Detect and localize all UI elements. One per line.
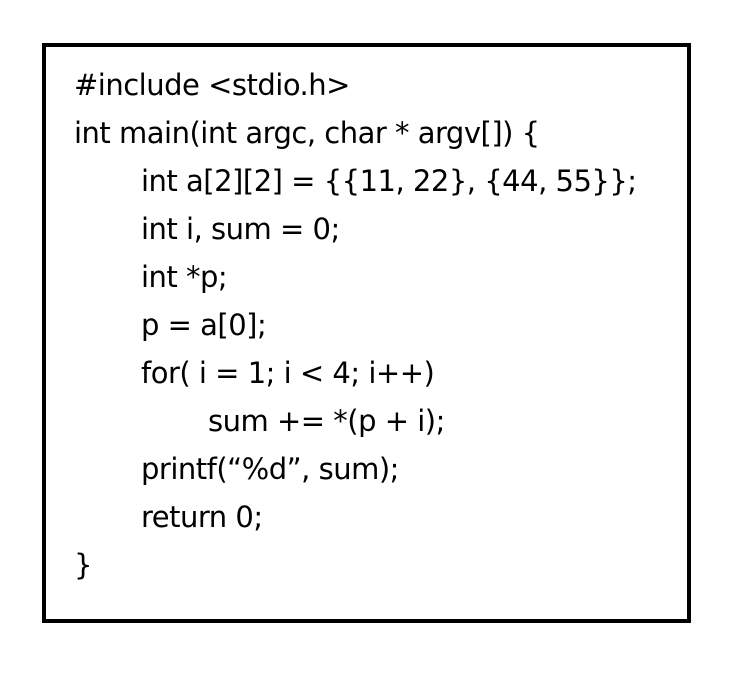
code-line-int-declarations: int i, sum = 0; xyxy=(141,212,340,246)
code-line-array-declaration: int a[2][2] = {{11, 22}, {44, 55}}; xyxy=(141,164,637,198)
code-line-closing-brace: } xyxy=(74,548,92,582)
code-line-pointer-assignment: p = a[0]; xyxy=(141,308,267,342)
code-line-pointer-declaration: int *p; xyxy=(141,260,228,294)
code-line-main-signature: int main(int argc, char * argv[]) { xyxy=(74,116,540,150)
code-listing: #include <stdio.h> int main(int argc, ch… xyxy=(42,43,691,623)
code-line-include: #include <stdio.h> xyxy=(74,68,350,102)
code-line-for-loop: for( i = 1; i < 4; i++) xyxy=(141,356,435,390)
code-line-printf: printf(“%d”, sum); xyxy=(141,452,399,486)
code-line-loop-body: sum += *(p + i); xyxy=(208,404,445,438)
code-line-return: return 0; xyxy=(141,500,263,534)
